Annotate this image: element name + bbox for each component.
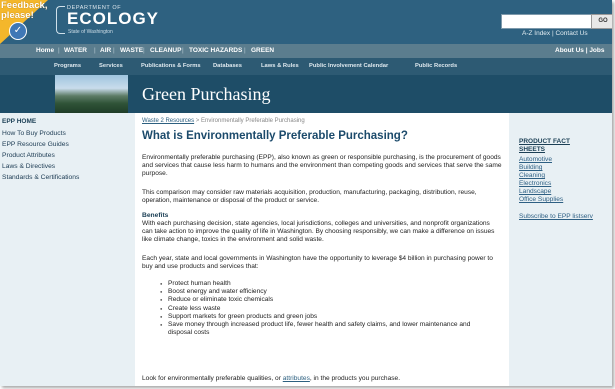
nav-about-jobs[interactable]: About Us | Jobs (555, 44, 605, 58)
nav-water[interactable]: WATER (64, 44, 87, 58)
nav-public-involvement-calendar[interactable]: Public Involvement Calendar (309, 58, 388, 75)
sidebar-item-product-attributes[interactable]: Product Attributes (2, 152, 55, 159)
fact-sheet-office-supplies[interactable]: Office Supplies (519, 196, 563, 203)
primary-nav: Home | WATER | AIR | WASTE | CLEANUP | T… (0, 44, 612, 58)
page-header: Green Purchasing (0, 75, 612, 113)
nav-services[interactable]: Services (99, 58, 123, 75)
nav-separator: | (244, 47, 246, 54)
benefits-paragraph: With each purchasing decision, state age… (142, 220, 495, 244)
secondary-nav: Programs Services Publications & Forms D… (0, 58, 612, 75)
nav-publications-forms[interactable]: Publications & Forms (141, 58, 201, 75)
sidebar-item-how-to-buy[interactable]: How To Buy Products (2, 130, 66, 137)
attributes-paragraph: Look for environmentally preferable qual… (142, 375, 502, 383)
comparison-paragraph: This comparison may consider raw materia… (142, 189, 477, 205)
list-item: Create less waste (160, 305, 490, 313)
nav-separator: | (182, 47, 184, 54)
benefits-heading: Benefits (142, 212, 169, 219)
nav-laws-rules[interactable]: Laws & Rules (261, 58, 299, 75)
fact-sheet-cleaning[interactable]: Cleaning (519, 172, 545, 179)
search-go-button[interactable]: GO (591, 14, 612, 29)
main-content: Waste 2 Resources > Environmentally Pref… (142, 113, 502, 386)
breadcrumb-current: Environmentally Preferable Purchasing (200, 118, 305, 124)
fact-sheet-building[interactable]: Building (519, 164, 542, 171)
logo-state-line: State of Washington (68, 29, 113, 35)
nav-air[interactable]: AIR (100, 44, 111, 58)
nav-separator: | (94, 47, 96, 54)
list-item: Support markets for green products and g… (160, 313, 490, 321)
leverage-paragraph: Each year, state and local governments i… (142, 255, 493, 271)
benefits-list: Protect human health Boost energy and wa… (160, 280, 490, 337)
checkmark-icon[interactable]: ✓ (9, 22, 27, 40)
nav-cleanup[interactable]: CLEANUP (150, 44, 181, 58)
list-item: Boost energy and water efficiency (160, 288, 490, 296)
sidebar-item-resource-guides[interactable]: EPP Resource Guides (2, 141, 69, 148)
nav-separator: | (58, 47, 60, 54)
mountain-photo (55, 75, 128, 113)
nav-public-records[interactable]: Public Records (415, 58, 457, 75)
list-item: Protect human health (160, 280, 490, 288)
sidebar-item-laws-directives[interactable]: Laws & Directives (2, 163, 55, 170)
heading-line[interactable]: SHEETS (519, 146, 570, 154)
breadcrumb-link[interactable]: Waste 2 Resources (142, 118, 194, 124)
nav-separator: | (143, 47, 145, 54)
nav-waste[interactable]: WASTE (120, 44, 143, 58)
product-fact-sheets-heading[interactable]: PRODUCT FACT SHEETS (519, 138, 570, 154)
nav-toxic-hazards[interactable]: TOXIC HAZARDS (189, 44, 242, 58)
attributes-link[interactable]: attributes (283, 375, 310, 382)
subscribe-listserv-link[interactable]: Subscribe to EPP listserv (519, 213, 593, 220)
nav-separator: | (113, 47, 115, 54)
intro-paragraph: Environmentally preferable purchasing (E… (142, 154, 502, 178)
nav-programs[interactable]: Programs (54, 58, 81, 75)
nav-home[interactable]: Home (36, 44, 54, 58)
logo-agency-name[interactable]: ECOLOGY (67, 10, 159, 28)
site-banner: DEPARTMENT OF ECOLOGY State of Washingto… (0, 0, 612, 44)
nav-databases[interactable]: Databases (213, 58, 242, 75)
left-sidebar: EPP HOME How To Buy Products EPP Resourc… (0, 113, 135, 386)
fact-sheet-electronics[interactable]: Electronics (519, 180, 551, 187)
feedback-label[interactable]: Feedback, please! (1, 1, 47, 21)
right-sidebar: PRODUCT FACT SHEETS Automotive Building … (509, 113, 612, 386)
browser-page: DEPARTMENT OF ECOLOGY State of Washingto… (0, 0, 612, 386)
ecology-logo-icon[interactable] (56, 6, 65, 34)
content-heading: What is Environmentally Preferable Purch… (142, 130, 408, 142)
breadcrumb-separator: > (194, 118, 201, 124)
fact-sheet-automotive[interactable]: Automotive (519, 156, 552, 163)
site-search-input[interactable] (501, 14, 592, 29)
fact-sheet-landscape[interactable]: Landscape (519, 188, 551, 195)
list-item: Save money through increased product lif… (160, 321, 490, 337)
attributes-text-before: Look for environmentally preferable qual… (142, 375, 283, 382)
page-title: Green Purchasing (142, 84, 271, 104)
breadcrumb: Waste 2 Resources > Environmentally Pref… (142, 118, 305, 124)
sidebar-item-standards-certifications[interactable]: Standards & Certifications (2, 174, 79, 181)
nav-green[interactable]: GREEN (251, 44, 274, 58)
utility-links[interactable]: A-Z Index | Contact Us (522, 30, 588, 37)
list-item: Reduce or eliminate toxic chemicals (160, 296, 490, 304)
attributes-text-after: , in the products you purchase. (309, 375, 401, 382)
heading-line[interactable]: PRODUCT FACT (519, 138, 570, 146)
sidebar-heading[interactable]: EPP HOME (2, 118, 36, 125)
